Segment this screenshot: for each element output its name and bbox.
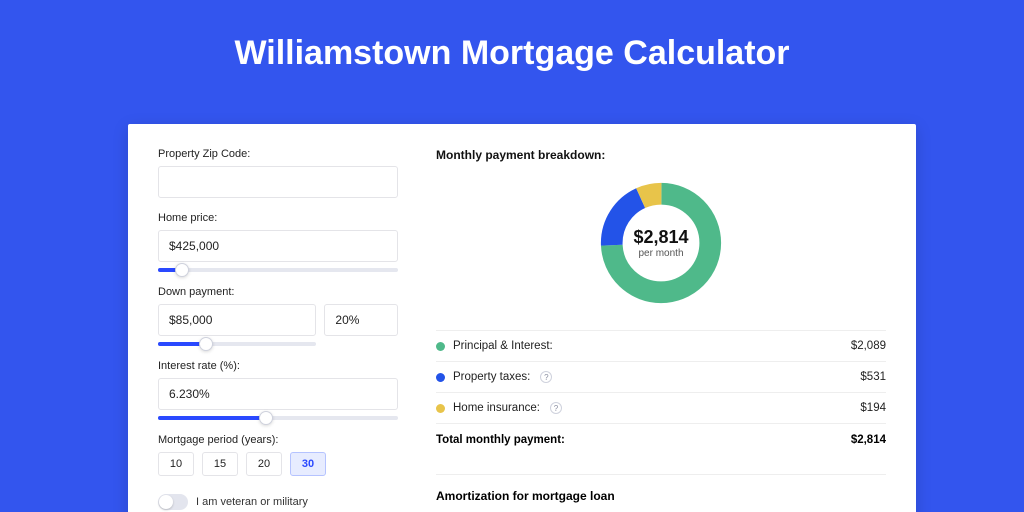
veteran-toggle[interactable] bbox=[158, 494, 188, 510]
home-price-input[interactable] bbox=[158, 230, 398, 262]
line-total: Total monthly payment: $2,814 bbox=[436, 424, 886, 460]
toggle-knob bbox=[159, 495, 173, 509]
down-payment-label: Down payment: bbox=[158, 286, 398, 298]
field-interest: Interest rate (%): bbox=[158, 360, 398, 420]
period-button-30[interactable]: 30 bbox=[290, 452, 326, 476]
donut-chart: $2,814 per month bbox=[596, 178, 726, 308]
field-home-price: Home price: bbox=[158, 212, 398, 272]
amortization-section: Amortization for mortgage loan Amortizat… bbox=[436, 474, 886, 512]
veteran-label: I am veteran or military bbox=[196, 496, 308, 508]
period-button-20[interactable]: 20 bbox=[246, 452, 282, 476]
field-down-payment: Down payment: bbox=[158, 286, 398, 346]
total-value: $2,814 bbox=[851, 434, 886, 446]
period-label: Mortgage period (years): bbox=[158, 434, 398, 446]
line-items: Principal & Interest: $2,089 Property ta… bbox=[436, 330, 886, 424]
donut-chart-wrap: $2,814 per month bbox=[436, 178, 886, 308]
period-button-15[interactable]: 15 bbox=[202, 452, 238, 476]
line-item-value: $531 bbox=[860, 371, 886, 383]
line-item-value: $2,089 bbox=[851, 340, 886, 352]
form-panel: Property Zip Code: Home price: Down paym… bbox=[158, 148, 418, 512]
donut-center: $2,814 per month bbox=[596, 178, 726, 308]
donut-amount: $2,814 bbox=[633, 227, 688, 248]
calculator-card: Property Zip Code: Home price: Down paym… bbox=[128, 124, 916, 512]
dot-icon bbox=[436, 373, 445, 382]
page-title: Williamstown Mortgage Calculator bbox=[0, 0, 1024, 97]
down-payment-pct-input[interactable] bbox=[324, 304, 398, 336]
period-button-group: 10 15 20 30 bbox=[158, 452, 398, 476]
interest-input[interactable] bbox=[158, 378, 398, 410]
down-payment-slider[interactable] bbox=[158, 342, 316, 346]
total-label: Total monthly payment: bbox=[436, 434, 565, 446]
zip-label: Property Zip Code: bbox=[158, 148, 398, 160]
breakdown-panel: Monthly payment breakdown: $2,814 per mo… bbox=[418, 148, 886, 512]
line-item-taxes: Property taxes: ? $531 bbox=[436, 362, 886, 393]
app-root: Williamstown Mortgage Calculator Propert… bbox=[0, 0, 1024, 512]
field-period: Mortgage period (years): 10 15 20 30 bbox=[158, 434, 398, 476]
info-icon[interactable]: ? bbox=[550, 402, 562, 414]
breakdown-title: Monthly payment breakdown: bbox=[436, 148, 886, 162]
veteran-row: I am veteran or military bbox=[158, 494, 398, 510]
line-item-label: Property taxes: bbox=[453, 371, 530, 383]
line-item-insurance: Home insurance: ? $194 bbox=[436, 393, 886, 424]
home-price-slider[interactable] bbox=[158, 268, 398, 272]
home-price-label: Home price: bbox=[158, 212, 398, 224]
line-item-label: Home insurance: bbox=[453, 402, 540, 414]
dot-icon bbox=[436, 404, 445, 413]
interest-label: Interest rate (%): bbox=[158, 360, 398, 372]
line-item-value: $194 bbox=[860, 402, 886, 414]
field-zip: Property Zip Code: bbox=[158, 148, 398, 198]
line-item-principal: Principal & Interest: $2,089 bbox=[436, 331, 886, 362]
period-button-10[interactable]: 10 bbox=[158, 452, 194, 476]
line-item-label: Principal & Interest: bbox=[453, 340, 553, 352]
dot-icon bbox=[436, 342, 445, 351]
interest-slider[interactable] bbox=[158, 416, 398, 420]
amortization-title: Amortization for mortgage loan bbox=[436, 489, 886, 503]
info-icon[interactable]: ? bbox=[540, 371, 552, 383]
zip-input[interactable] bbox=[158, 166, 398, 198]
down-payment-input[interactable] bbox=[158, 304, 316, 336]
donut-sub: per month bbox=[638, 248, 683, 259]
